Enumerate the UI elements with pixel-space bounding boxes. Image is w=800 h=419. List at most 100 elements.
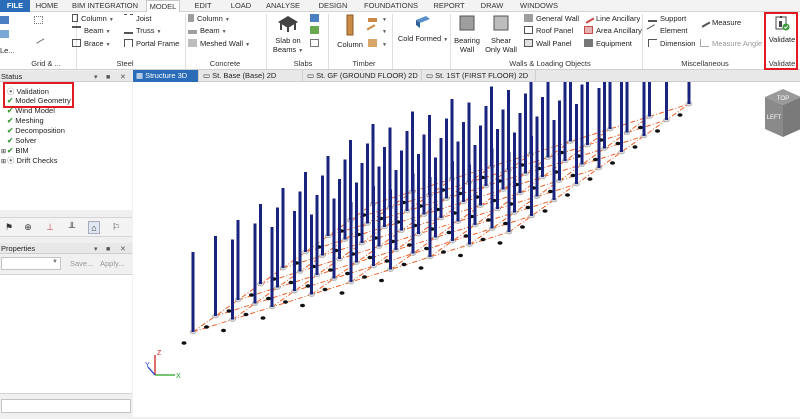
column-member[interactable] bbox=[304, 172, 307, 252]
column-member[interactable] bbox=[253, 223, 257, 304]
tab-st-base-2d[interactable]: ▭ St. Base (Base) 2D bbox=[200, 70, 303, 82]
column-member[interactable] bbox=[586, 65, 589, 145]
steel-beam-button[interactable]: Beam ▼ bbox=[72, 26, 111, 36]
column-member[interactable] bbox=[405, 131, 409, 211]
column-member[interactable] bbox=[383, 147, 386, 227]
measure-angle-button[interactable]: Measure Angle bbox=[700, 39, 762, 49]
tree-item-meshing[interactable]: ✔ Meshing bbox=[7, 116, 44, 125]
column-member[interactable] bbox=[338, 179, 341, 259]
column-member[interactable] bbox=[377, 166, 381, 247]
area-ancillary-button[interactable]: Area Ancillary bbox=[584, 26, 642, 36]
roof-panel-button[interactable]: Roof Panel bbox=[524, 26, 573, 36]
slab-on-beams-button[interactable]: Slab on Beams ▼ bbox=[268, 14, 308, 56]
support-marker[interactable] bbox=[542, 209, 548, 213]
slab-tool-button[interactable] bbox=[310, 14, 322, 24]
support-marker[interactable] bbox=[497, 241, 503, 245]
support-marker[interactable] bbox=[458, 253, 463, 258]
support-marker[interactable] bbox=[446, 230, 452, 235]
tab-design[interactable]: DESIGN bbox=[312, 0, 354, 12]
column-member[interactable] bbox=[490, 148, 494, 229]
left-stub-label[interactable]: Le... bbox=[0, 46, 15, 56]
tab-analyse[interactable]: ANALYSE bbox=[260, 0, 306, 12]
load-icon[interactable]: ⊥ bbox=[44, 221, 56, 234]
column-member[interactable] bbox=[456, 141, 460, 222]
measure-button[interactable]: Measure bbox=[698, 16, 741, 28]
support-marker[interactable] bbox=[463, 234, 469, 238]
support-marker[interactable] bbox=[638, 125, 643, 130]
tab-file[interactable]: FILE bbox=[0, 0, 30, 12]
column-member[interactable] bbox=[422, 134, 426, 215]
support-marker[interactable] bbox=[610, 161, 615, 165]
column-member[interactable] bbox=[558, 100, 561, 181]
column-member[interactable] bbox=[496, 129, 499, 209]
dimension-button[interactable]: Dimension bbox=[648, 39, 695, 49]
column-member[interactable] bbox=[276, 207, 279, 288]
concrete-beam-button[interactable]: Beam ▼ bbox=[188, 26, 227, 36]
tab-report[interactable]: REPORT bbox=[428, 0, 470, 12]
column-member[interactable] bbox=[530, 136, 533, 216]
column-member[interactable] bbox=[439, 138, 443, 218]
column-member[interactable] bbox=[451, 161, 454, 241]
support-marker[interactable] bbox=[418, 266, 424, 270]
support-marker[interactable] bbox=[328, 268, 333, 272]
tab-st-gf-2d[interactable]: ▭ St. GF (GROUND FLOOR) 2D bbox=[304, 70, 422, 82]
column-member[interactable] bbox=[603, 68, 606, 149]
tab-structure-3d[interactable]: ▦ Structure 3D bbox=[133, 70, 199, 82]
column-member[interactable] bbox=[524, 93, 527, 174]
support-button[interactable]: Support bbox=[648, 14, 686, 24]
support-marker[interactable] bbox=[345, 271, 350, 276]
shear-only-wall-button[interactable]: Shear Only Wall bbox=[484, 14, 518, 54]
globe-icon[interactable]: ⊕ bbox=[22, 221, 34, 234]
column-member[interactable] bbox=[625, 52, 629, 133]
timber-beam-button[interactable]: ▼ bbox=[368, 14, 387, 24]
column-member[interactable] bbox=[400, 150, 403, 231]
cold-formed-button[interactable]: Cold Formed ▼ bbox=[396, 14, 450, 45]
support-marker[interactable] bbox=[283, 300, 288, 304]
support-marker[interactable] bbox=[525, 205, 531, 210]
column-member[interactable] bbox=[665, 40, 668, 120]
support-marker[interactable] bbox=[441, 250, 446, 254]
column-member[interactable] bbox=[293, 211, 296, 291]
column-member[interactable] bbox=[462, 122, 465, 202]
grid-point-button[interactable] bbox=[34, 16, 46, 26]
column-member[interactable] bbox=[552, 120, 556, 200]
support-marker[interactable] bbox=[221, 328, 226, 333]
column-member[interactable] bbox=[366, 143, 369, 224]
line-ancillary-button[interactable]: Line Ancillary bbox=[582, 12, 640, 24]
structure-model[interactable] bbox=[133, 24, 800, 417]
grid-line-button[interactable] bbox=[32, 32, 46, 44]
property-grid[interactable] bbox=[0, 274, 132, 394]
column-member[interactable] bbox=[479, 125, 482, 206]
support-marker[interactable] bbox=[587, 177, 593, 181]
steel-joist-button[interactable]: Joist bbox=[124, 14, 151, 24]
column-member[interactable] bbox=[281, 188, 285, 268]
support-marker[interactable] bbox=[520, 225, 525, 229]
column-member[interactable] bbox=[417, 154, 420, 234]
column-member[interactable] bbox=[326, 156, 330, 236]
column-member[interactable] bbox=[231, 239, 234, 320]
column-member[interactable] bbox=[372, 186, 375, 266]
tab-windows[interactable]: WINDOWS bbox=[514, 0, 564, 12]
concrete-column-button[interactable]: Column ▼ bbox=[188, 14, 230, 24]
tree-item-solver[interactable]: ✔ Solver bbox=[7, 136, 37, 145]
general-wall-button[interactable]: General Wall bbox=[524, 14, 579, 24]
support-marker[interactable] bbox=[486, 218, 491, 222]
column-member[interactable] bbox=[648, 36, 651, 117]
grid-tool-button[interactable] bbox=[0, 16, 12, 26]
bearing-wall-button[interactable]: Bearing Wall bbox=[452, 14, 482, 54]
flag-icon[interactable]: ⚐ bbox=[110, 221, 122, 234]
column-member[interactable] bbox=[270, 227, 274, 307]
column-member[interactable] bbox=[535, 116, 539, 197]
slab-tool-button-2[interactable] bbox=[310, 26, 322, 36]
slab-tool-button-3[interactable] bbox=[310, 39, 322, 49]
element-button[interactable]: Element bbox=[646, 24, 688, 36]
column-member[interactable] bbox=[507, 152, 511, 232]
column-member[interactable] bbox=[321, 175, 324, 256]
expand-icon[interactable]: ⊞ bbox=[1, 149, 6, 155]
tab-home[interactable]: HOME bbox=[32, 0, 62, 12]
column-member[interactable] bbox=[428, 177, 432, 257]
steel-brace-button[interactable]: Brace ▼ bbox=[72, 39, 111, 49]
support-marker[interactable] bbox=[632, 145, 638, 149]
support-marker[interactable] bbox=[480, 237, 486, 242]
column-member[interactable] bbox=[236, 220, 240, 300]
